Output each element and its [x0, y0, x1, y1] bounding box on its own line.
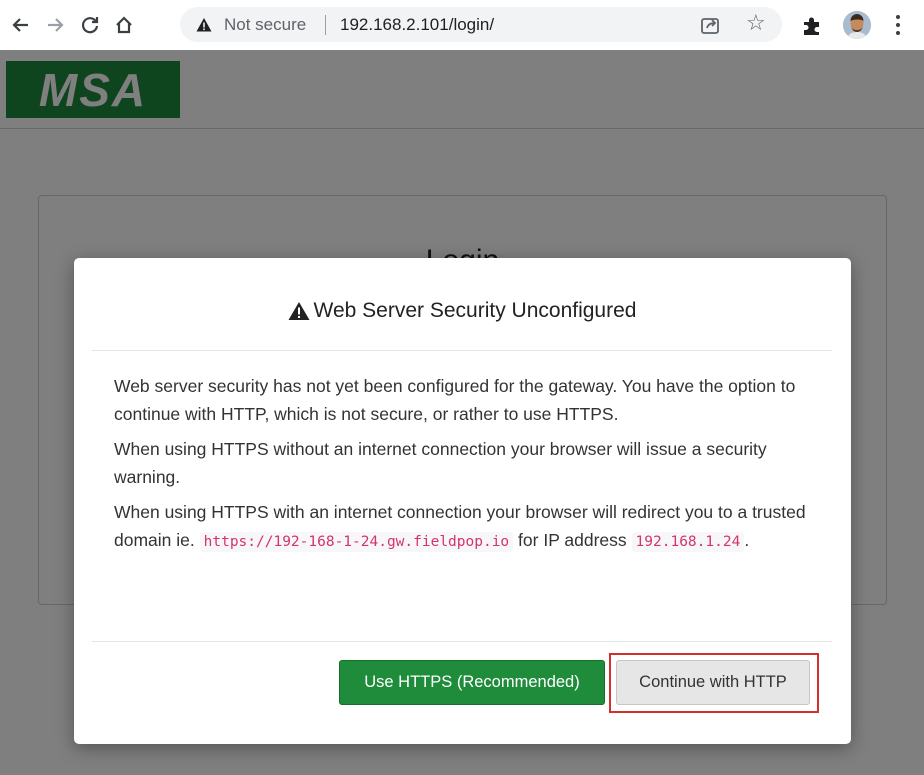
kebab-menu-icon[interactable]	[888, 12, 908, 38]
modal-footer-divider	[92, 641, 832, 642]
avatar[interactable]	[843, 11, 871, 39]
modal-paragraph-3: When using HTTPS with an internet connec…	[114, 498, 819, 556]
trusted-domain-code: https://192-168-1-24.gw.fieldpop.io	[199, 532, 514, 552]
modal-title: Web Server Security Unconfigured	[92, 299, 832, 323]
forward-arrow-icon[interactable]	[42, 11, 68, 39]
modal-title-text: Web Server Security Unconfigured	[313, 299, 637, 322]
home-icon[interactable]	[111, 11, 137, 39]
modal-body: Web server security has not yet been con…	[114, 372, 819, 563]
use-https-button[interactable]: Use HTTPS (Recommended)	[339, 660, 605, 705]
browser-toolbar: Not secure 192.168.2.101/login/ ☆	[0, 0, 924, 50]
ip-address-code: 192.168.1.24	[631, 532, 745, 552]
divider	[325, 15, 326, 35]
modal-paragraph-1: Web server security has not yet been con…	[114, 376, 796, 424]
continue-http-button[interactable]: Continue with HTTP	[616, 660, 810, 705]
modal-header: Web Server Security Unconfigured	[92, 258, 832, 351]
extensions-icon[interactable]	[800, 12, 826, 38]
paragraph-text: for IP address	[518, 530, 627, 550]
security-modal: Web Server Security Unconfigured Web ser…	[74, 258, 851, 744]
star-icon[interactable]: ☆	[746, 12, 766, 34]
back-arrow-icon[interactable]	[8, 11, 34, 39]
url-text[interactable]: 192.168.2.101/login/	[340, 15, 494, 35]
warning-icon[interactable]	[196, 17, 212, 33]
warning-icon	[288, 302, 310, 320]
reload-icon[interactable]	[77, 11, 103, 39]
address-bar[interactable]: Not secure 192.168.2.101/login/ ☆	[180, 7, 782, 42]
share-icon[interactable]	[699, 14, 721, 36]
security-label[interactable]: Not secure	[224, 15, 306, 35]
paragraph-text: .	[744, 530, 750, 550]
modal-paragraph-2: When using HTTPS without an internet con…	[114, 439, 767, 487]
